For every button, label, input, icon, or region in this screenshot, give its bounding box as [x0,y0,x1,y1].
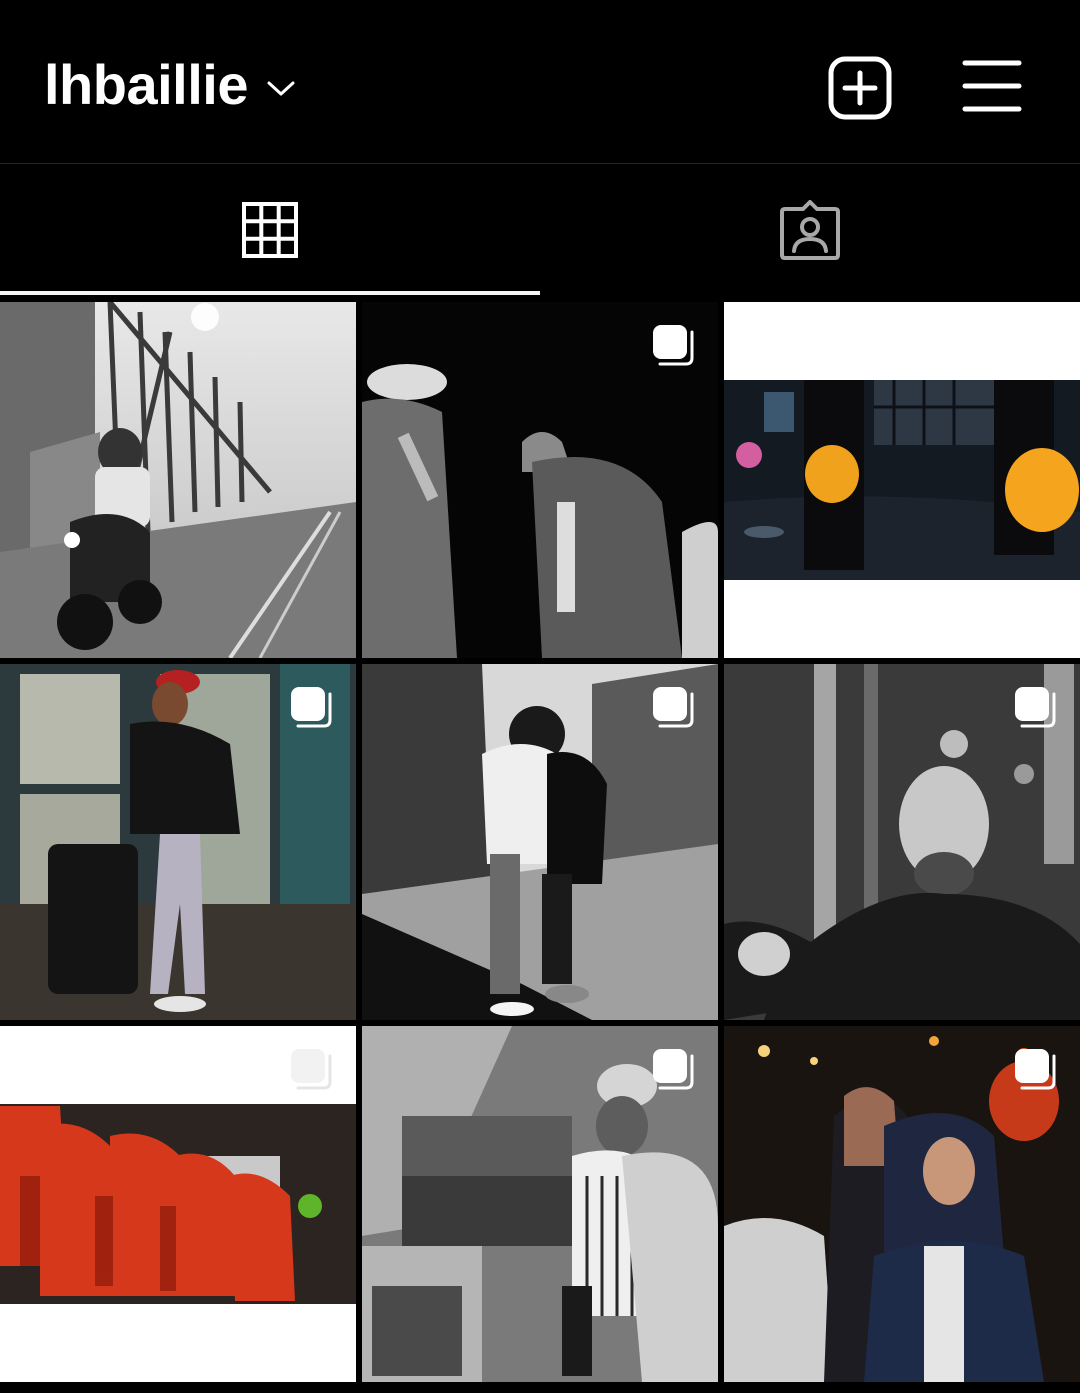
post-tile[interactable] [0,1026,356,1382]
post-tile[interactable] [362,302,718,658]
tagged-person-icon [780,200,840,260]
multiple-photos-icon [1015,687,1056,728]
active-tab-indicator [0,291,540,295]
grid-icon [242,202,298,258]
post-tile[interactable] [362,1026,718,1382]
multiple-photos-icon [291,687,332,728]
multiple-photos-icon [653,325,694,366]
tab-posts[interactable] [0,165,540,295]
account-switcher[interactable]: lhbaillie [44,50,296,120]
chevron-down-icon [267,81,295,96]
multiple-photos-icon [653,1049,694,1090]
post-tile[interactable] [724,302,1080,658]
hamburger-menu-button[interactable] [962,58,1022,114]
posts-grid [0,302,1080,1382]
username: lhbaillie [44,53,249,116]
post-tile[interactable] [362,664,718,1020]
multiple-photos-icon [653,687,694,728]
post-tile[interactable] [724,664,1080,1020]
tab-tagged[interactable] [540,165,1080,295]
post-tile[interactable] [0,664,356,1020]
post-tile[interactable] [724,1026,1080,1382]
post-image [0,302,356,658]
new-post-button[interactable] [828,56,892,120]
multiple-photos-icon [1015,1049,1056,1090]
profile-header: lhbaillie [0,0,1080,164]
post-tile[interactable] [0,302,356,658]
profile-tabs [0,165,1080,295]
multiple-photos-icon [1015,325,1056,366]
multiple-photos-icon [291,1049,332,1090]
